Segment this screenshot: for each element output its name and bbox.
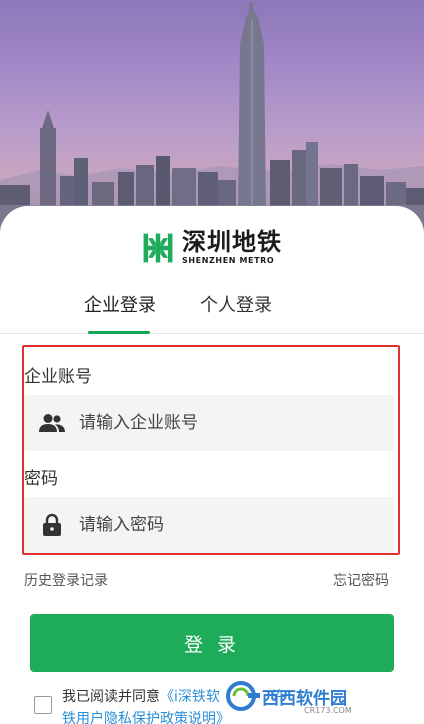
login-history-link[interactable]: 历史登录记录: [24, 570, 108, 590]
login-tabs: 企业登录 个人登录: [0, 286, 424, 334]
watermark-sub: CR173.COM: [304, 706, 352, 715]
skyline-illustration: [0, 2, 424, 240]
account-input[interactable]: [79, 413, 359, 433]
tab-enterprise-login[interactable]: 企业登录: [84, 292, 156, 332]
metro-logo-icon: [143, 233, 173, 263]
active-tab-indicator: [88, 331, 150, 334]
brand-name-en: SHENZHEN METRO: [182, 256, 275, 265]
account-field[interactable]: [24, 395, 394, 451]
password-input[interactable]: [79, 515, 359, 535]
tab-personal-login[interactable]: 个人登录: [200, 292, 272, 332]
account-label: 企业账号: [24, 367, 92, 387]
watermark-logo-icon: [226, 681, 260, 711]
privacy-policy-link[interactable]: 铁用户隐私保护政策说明》: [62, 711, 230, 724]
agreement-checkbox[interactable]: [34, 696, 52, 714]
password-label: 密码: [24, 469, 58, 489]
password-field[interactable]: [24, 497, 394, 553]
brand-logo: 深圳地铁 SHENZHEN METRO: [140, 226, 282, 270]
login-button[interactable]: 登 录: [30, 614, 394, 672]
agreement-prefix: 我已阅读并同意: [62, 689, 160, 705]
hero-skyline-image: [0, 0, 424, 240]
users-icon: [39, 410, 65, 436]
watermark: 西西软件园 CR173.COM: [224, 678, 352, 715]
watermark-text: 西西软件园: [262, 688, 347, 709]
forgot-password-link[interactable]: 忘记密码: [333, 570, 389, 590]
software-agreement-link[interactable]: 《i深铁软: [160, 689, 220, 705]
brand-name-cn: 深圳地铁: [182, 228, 282, 256]
lock-icon: [39, 512, 65, 538]
